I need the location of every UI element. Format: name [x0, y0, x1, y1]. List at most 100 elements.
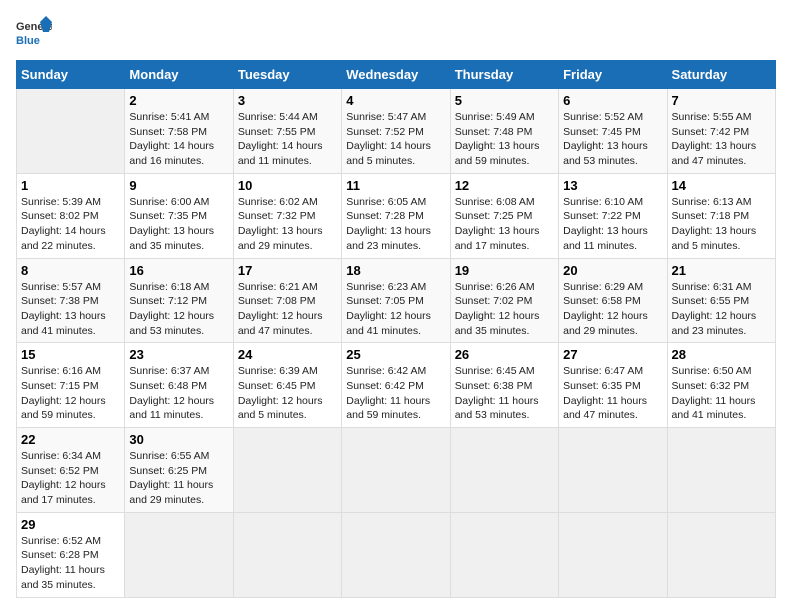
day-number: 30	[129, 432, 228, 447]
day-info: Sunrise: 6:05 AM Sunset: 7:28 PM Dayligh…	[346, 195, 445, 254]
day-info: Sunrise: 6:18 AM Sunset: 7:12 PM Dayligh…	[129, 280, 228, 339]
day-info: Sunrise: 5:41 AM Sunset: 7:58 PM Dayligh…	[129, 110, 228, 169]
calendar-week-4: 22 Sunrise: 6:34 AM Sunset: 6:52 PM Dayli…	[17, 428, 776, 513]
day-info: Sunrise: 6:08 AM Sunset: 7:25 PM Dayligh…	[455, 195, 554, 254]
col-header-tuesday: Tuesday	[233, 61, 341, 89]
page-header: General Blue	[16, 16, 776, 52]
calendar-cell-2-2: 17 Sunrise: 6:21 AM Sunset: 7:08 PM Dayli…	[233, 258, 341, 343]
calendar-cell-3-0: 15Sunrise: 6:16 AM Sunset: 7:15 PM Dayli…	[17, 343, 125, 428]
calendar-cell-4-3	[342, 428, 450, 513]
day-info: Sunrise: 6:47 AM Sunset: 6:35 PM Dayligh…	[563, 364, 662, 423]
calendar-cell-0-2: 3Sunrise: 5:44 AM Sunset: 7:55 PM Daylig…	[233, 89, 341, 174]
day-info: Sunrise: 6:26 AM Sunset: 7:02 PM Dayligh…	[455, 280, 554, 339]
calendar-cell-2-3: 18 Sunrise: 6:23 AM Sunset: 7:05 PM Dayli…	[342, 258, 450, 343]
day-number: 29	[21, 517, 120, 532]
day-number: 22	[21, 432, 120, 447]
day-info: Sunrise: 6:00 AM Sunset: 7:35 PM Dayligh…	[129, 195, 228, 254]
day-number: 12	[455, 178, 554, 193]
day-number: 24	[238, 347, 337, 362]
day-info: Sunrise: 6:02 AM Sunset: 7:32 PM Dayligh…	[238, 195, 337, 254]
col-header-wednesday: Wednesday	[342, 61, 450, 89]
day-info: Sunrise: 5:52 AM Sunset: 7:45 PM Dayligh…	[563, 110, 662, 169]
calendar-cell-5-0: 29Sunrise: 6:52 AM Sunset: 6:28 PM Dayli…	[17, 512, 125, 597]
day-number: 28	[672, 347, 771, 362]
calendar-cell-5-5	[559, 512, 667, 597]
calendar-cell-2-4: 19Sunrise: 6:26 AM Sunset: 7:02 PM Dayli…	[450, 258, 558, 343]
calendar-week-1: 1 Sunrise: 5:39 AM Sunset: 8:02 PM Daylig…	[17, 173, 776, 258]
day-info: Sunrise: 5:39 AM Sunset: 8:02 PM Dayligh…	[21, 195, 120, 254]
day-info: Sunrise: 5:44 AM Sunset: 7:55 PM Dayligh…	[238, 110, 337, 169]
col-header-monday: Monday	[125, 61, 233, 89]
calendar-cell-0-0	[17, 89, 125, 174]
logo-block: General Blue	[16, 16, 52, 52]
day-info: Sunrise: 6:42 AM Sunset: 6:42 PM Dayligh…	[346, 364, 445, 423]
calendar-cell-1-1: 9Sunrise: 6:00 AM Sunset: 7:35 PM Daylig…	[125, 173, 233, 258]
calendar-cell-0-4: 5Sunrise: 5:49 AM Sunset: 7:48 PM Daylig…	[450, 89, 558, 174]
calendar-table: SundayMondayTuesdayWednesdayThursdayFrid…	[16, 60, 776, 598]
calendar-cell-2-0: 8 Sunrise: 5:57 AM Sunset: 7:38 PM Daylig…	[17, 258, 125, 343]
calendar-cell-3-1: 23Sunrise: 6:37 AM Sunset: 6:48 PM Dayli…	[125, 343, 233, 428]
calendar-cell-4-2	[233, 428, 341, 513]
calendar-cell-3-4: 26 Sunrise: 6:45 AM Sunset: 6:38 PM Dayli…	[450, 343, 558, 428]
day-number: 21	[672, 263, 771, 278]
day-number: 14	[672, 178, 771, 193]
day-info: Sunrise: 6:23 AM Sunset: 7:05 PM Dayligh…	[346, 280, 445, 339]
day-info: Sunrise: 6:31 AM Sunset: 6:55 PM Dayligh…	[672, 280, 771, 339]
day-number: 8	[21, 263, 120, 278]
day-number: 6	[563, 93, 662, 108]
day-info: Sunrise: 6:34 AM Sunset: 6:52 PM Dayligh…	[21, 449, 120, 508]
col-header-friday: Friday	[559, 61, 667, 89]
col-header-thursday: Thursday	[450, 61, 558, 89]
calendar-week-5: 29Sunrise: 6:52 AM Sunset: 6:28 PM Dayli…	[17, 512, 776, 597]
day-info: Sunrise: 6:16 AM Sunset: 7:15 PM Dayligh…	[21, 364, 120, 423]
day-number: 17	[238, 263, 337, 278]
col-header-sunday: Sunday	[17, 61, 125, 89]
day-number: 25	[346, 347, 445, 362]
day-number: 2	[129, 93, 228, 108]
calendar-cell-3-5: 27 Sunrise: 6:47 AM Sunset: 6:35 PM Dayli…	[559, 343, 667, 428]
calendar-cell-0-1: 2 Sunrise: 5:41 AM Sunset: 7:58 PM Daylig…	[125, 89, 233, 174]
day-info: Sunrise: 6:29 AM Sunset: 6:58 PM Dayligh…	[563, 280, 662, 339]
day-info: Sunrise: 5:57 AM Sunset: 7:38 PM Dayligh…	[21, 280, 120, 339]
day-number: 10	[238, 178, 337, 193]
day-number: 11	[346, 178, 445, 193]
calendar-cell-4-6	[667, 428, 775, 513]
calendar-cell-2-6: 21 Sunrise: 6:31 AM Sunset: 6:55 PM Dayli…	[667, 258, 775, 343]
day-number: 7	[672, 93, 771, 108]
day-number: 20	[563, 263, 662, 278]
day-number: 23	[129, 347, 228, 362]
day-info: Sunrise: 6:10 AM Sunset: 7:22 PM Dayligh…	[563, 195, 662, 254]
day-number: 13	[563, 178, 662, 193]
day-number: 5	[455, 93, 554, 108]
col-header-saturday: Saturday	[667, 61, 775, 89]
calendar-cell-3-3: 25 Sunrise: 6:42 AM Sunset: 6:42 PM Dayli…	[342, 343, 450, 428]
calendar-cell-1-3: 11 Sunrise: 6:05 AM Sunset: 7:28 PM Dayli…	[342, 173, 450, 258]
day-info: Sunrise: 5:55 AM Sunset: 7:42 PM Dayligh…	[672, 110, 771, 169]
calendar-week-3: 15Sunrise: 6:16 AM Sunset: 7:15 PM Dayli…	[17, 343, 776, 428]
calendar-cell-4-0: 22 Sunrise: 6:34 AM Sunset: 6:52 PM Dayli…	[17, 428, 125, 513]
calendar-cell-4-5	[559, 428, 667, 513]
calendar-cell-3-6: 28 Sunrise: 6:50 AM Sunset: 6:32 PM Dayli…	[667, 343, 775, 428]
day-number: 18	[346, 263, 445, 278]
calendar-cell-5-6	[667, 512, 775, 597]
day-info: Sunrise: 6:45 AM Sunset: 6:38 PM Dayligh…	[455, 364, 554, 423]
calendar-week-2: 8 Sunrise: 5:57 AM Sunset: 7:38 PM Daylig…	[17, 258, 776, 343]
day-number: 27	[563, 347, 662, 362]
calendar-cell-1-2: 10 Sunrise: 6:02 AM Sunset: 7:32 PM Dayli…	[233, 173, 341, 258]
day-number: 1	[21, 178, 120, 193]
calendar-cell-2-1: 16Sunrise: 6:18 AM Sunset: 7:12 PM Dayli…	[125, 258, 233, 343]
calendar-cell-3-2: 24Sunrise: 6:39 AM Sunset: 6:45 PM Dayli…	[233, 343, 341, 428]
day-info: Sunrise: 6:50 AM Sunset: 6:32 PM Dayligh…	[672, 364, 771, 423]
svg-text:Blue: Blue	[16, 35, 40, 47]
logo: General Blue	[16, 16, 52, 52]
calendar-cell-0-6: 7 Sunrise: 5:55 AM Sunset: 7:42 PM Daylig…	[667, 89, 775, 174]
calendar-cell-4-1: 30Sunrise: 6:55 AM Sunset: 6:25 PM Dayli…	[125, 428, 233, 513]
day-info: Sunrise: 6:21 AM Sunset: 7:08 PM Dayligh…	[238, 280, 337, 339]
calendar-cell-4-4	[450, 428, 558, 513]
day-info: Sunrise: 5:47 AM Sunset: 7:52 PM Dayligh…	[346, 110, 445, 169]
calendar-cell-5-1	[125, 512, 233, 597]
day-number: 26	[455, 347, 554, 362]
calendar-cell-1-0: 1 Sunrise: 5:39 AM Sunset: 8:02 PM Daylig…	[17, 173, 125, 258]
calendar-cell-5-3	[342, 512, 450, 597]
calendar-cell-1-5: 13 Sunrise: 6:10 AM Sunset: 7:22 PM Dayli…	[559, 173, 667, 258]
